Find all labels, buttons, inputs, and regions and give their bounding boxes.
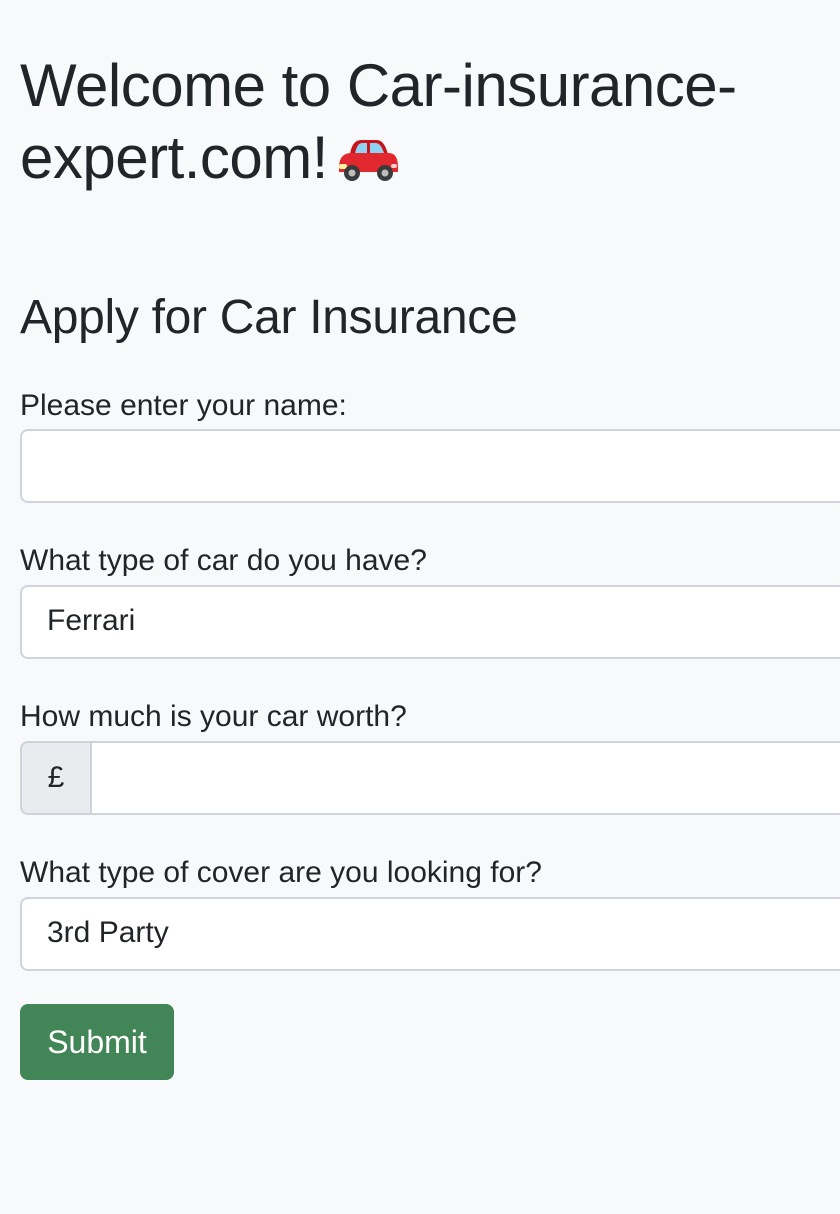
welcome-heading: Welcome to Car-insurance-expert.com! [20,50,820,194]
name-input[interactable] [20,429,840,503]
cover-type-selected-value: 3rd Party [47,916,169,949]
car-worth-input[interactable] [90,741,840,815]
cover-type-label: What type of cover are you looking for? [20,856,542,889]
red-car-icon [338,140,398,181]
car-type-label: What type of car do you have? [20,544,427,577]
cover-type-select[interactable]: 3rd Party [20,897,840,971]
name-label: Please enter your name: [20,389,347,422]
car-type-selected-value: Ferrari [47,604,136,637]
submit-button[interactable]: Submit [20,1004,174,1080]
form-title: Apply for Car Insurance [20,291,518,344]
currency-addon: £ [20,741,92,815]
car-type-select[interactable]: Ferrari [20,585,840,659]
car-worth-label: How much is your car worth? [20,700,407,733]
